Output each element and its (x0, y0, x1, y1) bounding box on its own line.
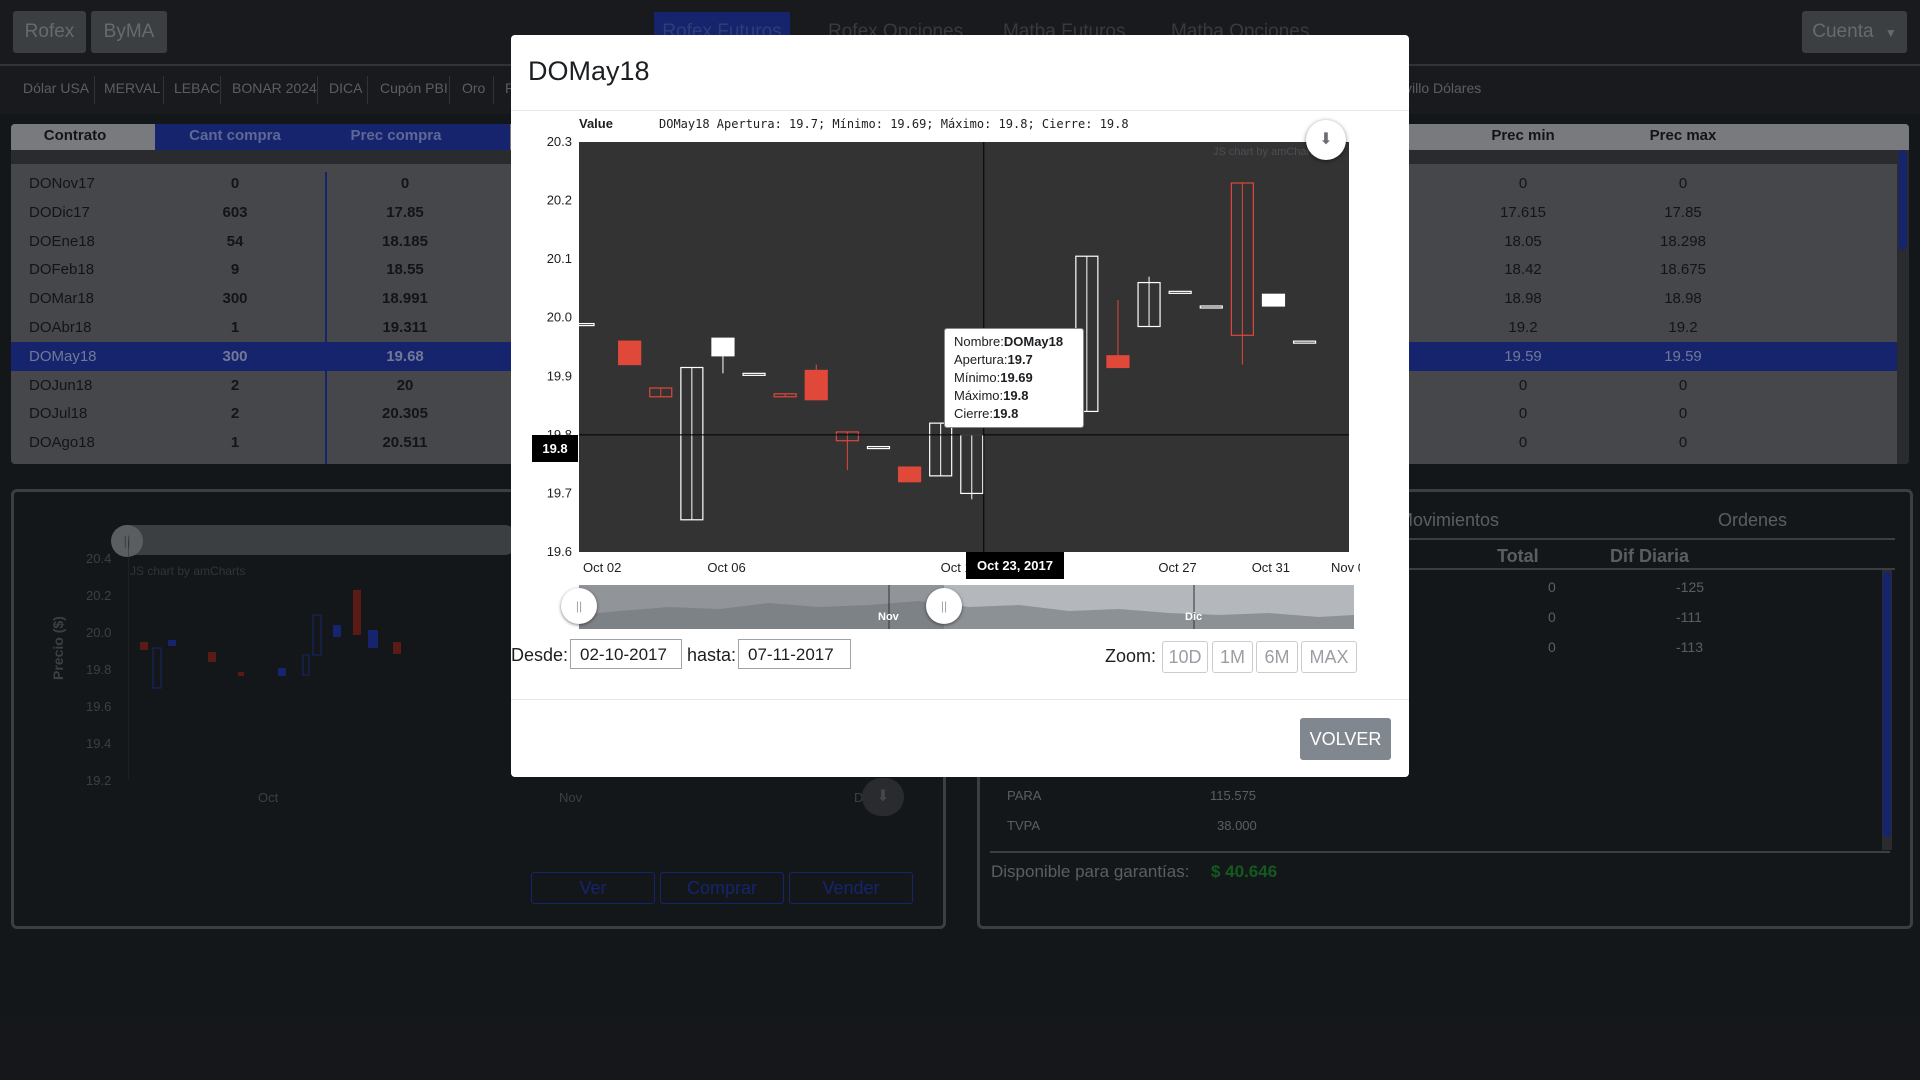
x-tick-label: Oct 06 (707, 560, 745, 575)
y-tick-label: 20.1 (547, 251, 572, 266)
y-tick-label: 19.7 (547, 485, 572, 500)
download-icon[interactable]: ⬇ (1306, 120, 1346, 160)
x-tick-label: Oct 31 (1252, 560, 1290, 575)
y-tick-label: 20.3 (547, 134, 572, 149)
y-tick-label: 20.2 (547, 193, 572, 208)
desde-input[interactable]: 02-10-2017 (570, 639, 682, 669)
desde-label: Desde: (511, 645, 569, 665)
x-tick-label: Oct 02 (583, 560, 621, 575)
y-tick-label: 19.9 (547, 368, 572, 383)
candle-body (1261, 293, 1286, 307)
hasta-input[interactable]: 07-11-2017 (738, 639, 851, 669)
candle-body (897, 466, 922, 483)
zoom-6m-button[interactable]: 6M (1256, 641, 1298, 673)
volver-button[interactable]: VOLVER (1300, 718, 1391, 760)
navigator-label: Dic (1185, 611, 1203, 623)
modal-header-divider (511, 110, 1409, 111)
tooltip-maximo: Máximo:19.8 (954, 388, 1029, 403)
chart-credit: JS chart by amCharts (1213, 146, 1319, 158)
cursor-date-label: Oct 23, 2017 (966, 552, 1064, 579)
navigator-left-handle[interactable]: || (561, 588, 597, 624)
chart-legend-label: Value (579, 116, 613, 131)
modal-footer-divider (511, 699, 1409, 700)
tooltip-apertura: Apertura:19.7 (954, 352, 1033, 367)
candle (618, 340, 642, 366)
modal-title: DOMay18 (528, 56, 650, 86)
zoom-label: Zoom: (1105, 646, 1157, 666)
candle-tooltip: Nombre:DOMay18 Apertura:19.7 Mínimo:19.6… (944, 328, 1084, 428)
chart-legend-values: DOMay18 Apertura: 19.7; Mínimo: 19.69; M… (659, 117, 1129, 131)
candle (804, 364, 828, 401)
candle-body (711, 337, 735, 357)
navigator-label: Nov (878, 611, 899, 623)
zoom-1m-button[interactable]: 1M (1212, 641, 1253, 673)
candle-body (618, 340, 642, 366)
candle-body (1106, 355, 1130, 369)
candle-body (804, 369, 828, 401)
y-tick-label: 20.0 (547, 310, 572, 325)
hasta-label: hasta: (687, 645, 737, 665)
chart-navigator[interactable] (579, 585, 1354, 629)
candle (897, 466, 922, 483)
y-tick-label: 19.6 (547, 544, 572, 559)
x-tick-label: Oct 27 (1158, 560, 1196, 575)
zoom-max-button[interactable]: MAX (1301, 641, 1357, 673)
cursor-value-label: 19.8 (532, 435, 578, 462)
tooltip-nombre: Nombre:DOMay18 (954, 334, 1064, 349)
x-tick-label: Nov 07 (1331, 560, 1360, 575)
zoom-10d-button[interactable]: 10D (1162, 641, 1208, 673)
candle (1261, 293, 1286, 307)
tooltip-cierre: Cierre:19.8 (954, 406, 1019, 421)
navigator-right-handle[interactable]: || (926, 588, 962, 624)
tooltip-minimo: Mínimo:19.69 (954, 370, 1033, 385)
